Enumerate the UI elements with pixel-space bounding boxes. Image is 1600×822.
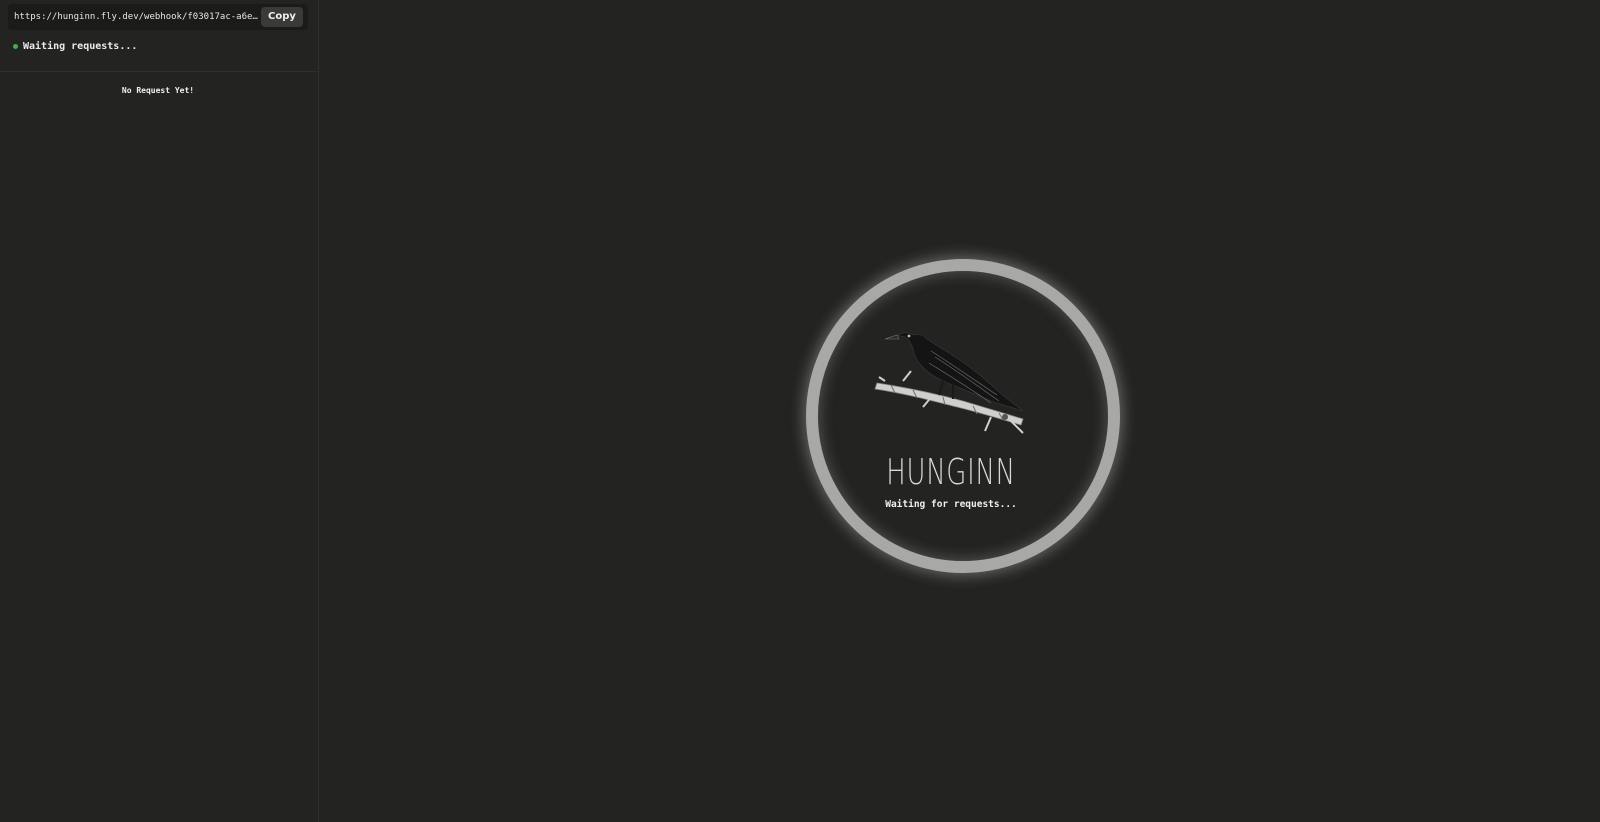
app-window: https://hunginn.fly.dev/webhook/f03017ac… — [0, 0, 1600, 822]
raven-on-branch-icon — [874, 332, 1024, 434]
sidebar: https://hunginn.fly.dev/webhook/f03017ac… — [0, 0, 319, 822]
webhook-url[interactable]: https://hunginn.fly.dev/webhook/f03017ac… — [14, 11, 262, 23]
status-dot-icon — [13, 43, 18, 49]
sidebar-status-text: Waiting requests... — [23, 40, 138, 52]
copy-button[interactable]: Copy — [261, 7, 303, 27]
main-panel: HUNGINN Waiting for requests... — [319, 0, 1600, 822]
webhook-url-bar: https://hunginn.fly.dev/webhook/f03017ac… — [8, 4, 308, 30]
main-status-text: Waiting for requests... — [885, 499, 1017, 510]
sidebar-status: Waiting requests... — [13, 39, 137, 53]
brand-name: HUNGINN — [886, 452, 1016, 493]
sidebar-divider — [0, 71, 319, 72]
empty-request-list: No Request Yet! — [121, 86, 195, 95]
